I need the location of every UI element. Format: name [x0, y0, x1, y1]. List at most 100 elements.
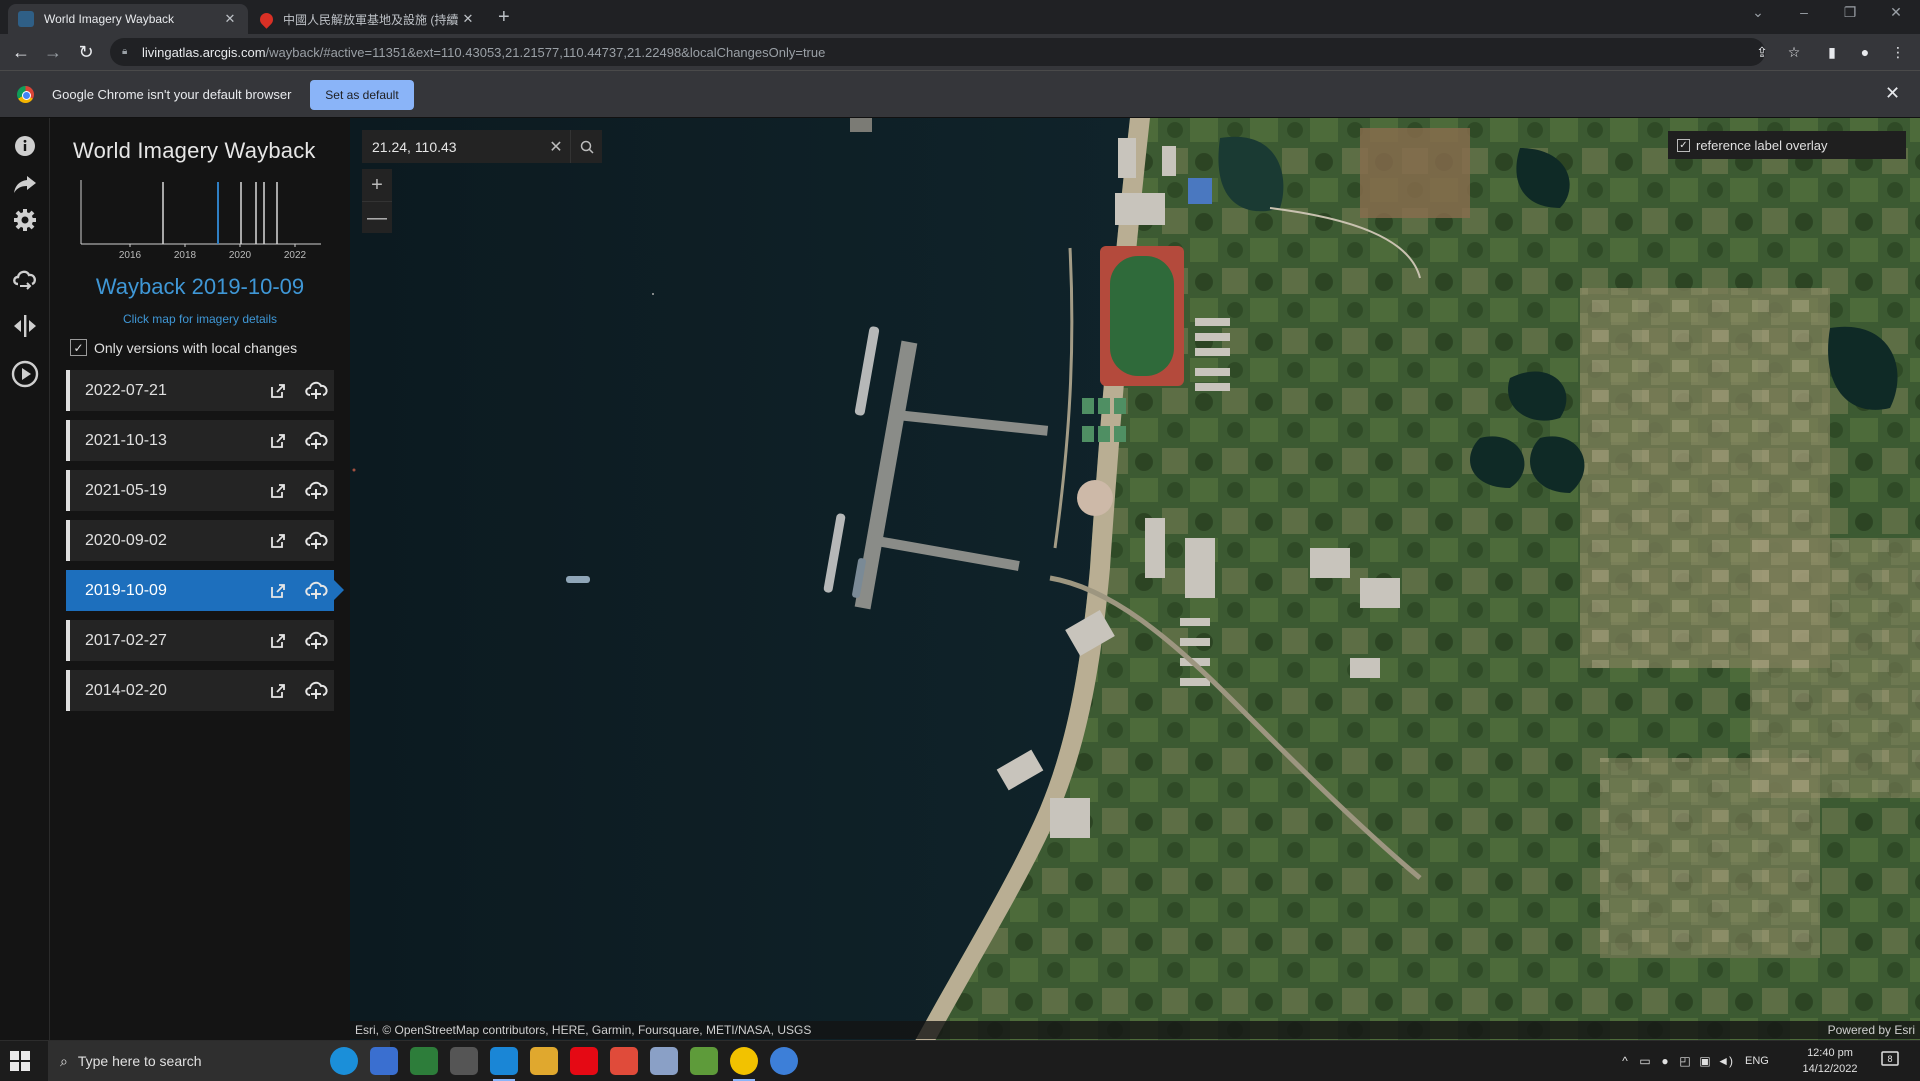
release-item[interactable]: 2019-10-09 [66, 570, 344, 611]
map-pin-favicon-icon [257, 9, 276, 29]
release-item[interactable]: 2021-10-13 [66, 420, 334, 461]
settings-icon[interactable] [11, 206, 39, 234]
clock-date: 14/12/2022 [1802, 1063, 1858, 1075]
clear-search-icon[interactable]: ✕ [542, 137, 570, 157]
new-tab-button[interactable]: + [498, 6, 510, 29]
tab-search-chevron-icon[interactable]: ⌄ [1735, 4, 1781, 21]
minimize-window-icon[interactable]: – [1781, 4, 1827, 20]
back-arrow-icon[interactable]: ← [10, 41, 32, 63]
store-icon[interactable] [370, 1047, 398, 1075]
notification-count: 8 [1887, 1054, 1892, 1064]
share-page-icon[interactable]: ⇪ [1752, 42, 1772, 62]
battery-icon[interactable]: ▭ [1635, 1054, 1655, 1068]
add-to-download-cloud-icon[interactable] [304, 579, 328, 601]
map-attribution: Esri, © OpenStreetMap contributors, HERE… [350, 1021, 1920, 1039]
search-button[interactable] [570, 130, 602, 163]
settings-app-icon[interactable] [650, 1047, 678, 1075]
menu-kebab-icon[interactable]: ⋮ [1888, 42, 1908, 62]
infobar-close-icon[interactable]: ✕ [1885, 83, 1900, 104]
windows-start-icon[interactable] [10, 1051, 30, 1071]
open-in-map-viewer-icon[interactable] [269, 382, 287, 400]
side-panel-icon[interactable]: ▮ [1822, 42, 1842, 62]
bookmark-star-icon[interactable]: ☆ [1784, 42, 1804, 62]
display-icon[interactable]: ▣ [1695, 1054, 1715, 1068]
add-to-download-cloud-icon[interactable] [304, 429, 328, 451]
info-icon[interactable] [11, 132, 39, 160]
add-to-download-cloud-icon[interactable] [304, 379, 328, 401]
clock-time: 12:40 pm [1807, 1047, 1853, 1059]
set-as-default-button[interactable]: Set as default [310, 80, 414, 110]
release-timeline[interactable]: 2016 2018 2020 2022 [77, 180, 327, 261]
map-view[interactable]: ✕ + — ✓ reference label overlay Esri, © … [350, 118, 1920, 1050]
lock-icon: 🔒︎ [122, 46, 128, 57]
chrome-icon[interactable] [730, 1047, 758, 1081]
earth-icon[interactable] [770, 1047, 798, 1075]
reference-label-toggle[interactable]: ✓ reference label overlay [1668, 131, 1906, 159]
zoom-in-button[interactable]: + [362, 169, 392, 201]
tab-pla-bases[interactable]: 中國人民解放軍基地及設施 (持續 ✕ [250, 4, 486, 34]
language-indicator[interactable]: ENG [1745, 1055, 1769, 1067]
notification-center-icon[interactable]: 8 [1880, 1050, 1900, 1070]
tab-close-icon[interactable]: ✕ [222, 11, 238, 27]
microphone-icon[interactable]: ● [1655, 1054, 1675, 1068]
checkbox-checked-icon[interactable]: ✓ [1677, 138, 1690, 152]
explorer-icon[interactable] [530, 1047, 558, 1075]
address-bar[interactable]: 🔒︎ livingatlas.arcgis.com/wayback/#activ… [110, 38, 1765, 66]
open-in-map-viewer-icon[interactable] [269, 582, 287, 600]
minecraft-icon[interactable] [690, 1047, 718, 1075]
infobar-message: Google Chrome isn't your default browser [52, 87, 292, 102]
add-to-download-cloud-icon[interactable] [304, 479, 328, 501]
zoom-out-button[interactable]: — [362, 201, 392, 233]
play-icon[interactable] [11, 360, 39, 388]
open-in-map-viewer-icon[interactable] [269, 482, 287, 500]
add-to-download-cloud-icon[interactable] [304, 679, 328, 701]
checkbox-checked-icon[interactable]: ✓ [70, 339, 87, 356]
open-in-map-viewer-icon[interactable] [269, 432, 287, 450]
profile-icon[interactable]: ● [1855, 42, 1875, 62]
side-panel: World Imagery Wayback 2016 2018 2020 202… [50, 118, 350, 1050]
local-changes-toggle[interactable]: ✓ Only versions with local changes [70, 339, 297, 356]
release-date: 2021-10-13 [85, 431, 167, 449]
volume-icon[interactable]: ◄) [1715, 1054, 1735, 1068]
netflix-icon[interactable] [570, 1047, 598, 1075]
share-icon[interactable] [11, 170, 39, 198]
release-date: 2021-05-19 [85, 481, 167, 499]
network-icon[interactable]: ◰ [1675, 1054, 1695, 1068]
default-browser-infobar: Google Chrome isn't your default browser… [0, 70, 1920, 118]
app-icon[interactable] [610, 1047, 638, 1075]
show-hidden-icons-icon[interactable]: ^ [1615, 1054, 1635, 1068]
release-item[interactable]: 2020-09-02 [66, 520, 334, 561]
click-map-hint: Click map for imagery details [122, 312, 278, 326]
chrome-logo-icon [17, 86, 34, 103]
swipe-compare-icon[interactable] [11, 312, 39, 340]
tab-world-imagery-wayback[interactable]: World Imagery Wayback ✕ [8, 4, 248, 34]
release-item[interactable]: 2017-02-27 [66, 620, 334, 661]
reload-icon[interactable]: ↻ [75, 41, 97, 63]
powered-by-esri[interactable]: Powered by Esri [1828, 1021, 1915, 1039]
reference-label-text: reference label overlay [1696, 137, 1828, 153]
tab-close-icon[interactable]: ✕ [460, 11, 476, 27]
open-in-map-viewer-icon[interactable] [269, 532, 287, 550]
add-to-download-cloud-icon[interactable] [304, 629, 328, 651]
terminal-icon[interactable] [410, 1047, 438, 1075]
forward-arrow-icon[interactable]: → [42, 41, 64, 63]
add-to-download-cloud-icon[interactable] [304, 529, 328, 551]
swipe-cloud-icon[interactable] [11, 265, 39, 293]
location-search: ✕ [362, 130, 602, 163]
system-clock[interactable]: 12:40 pm 14/12/2022 [1795, 1045, 1865, 1077]
edge-icon[interactable] [330, 1047, 358, 1075]
release-list: 2022-07-21 2021-10-13 2021-05-19 2020-09-02… [66, 370, 350, 720]
open-in-map-viewer-icon[interactable] [269, 682, 287, 700]
current-release-title: Wayback 2019-10-09 [95, 274, 305, 299]
release-item[interactable]: 2014-02-20 [66, 670, 334, 711]
app-title: World Imagery Wayback [73, 138, 316, 163]
search-input[interactable] [362, 130, 542, 163]
restore-window-icon[interactable]: ❐ [1827, 4, 1873, 21]
files-icon[interactable] [450, 1047, 478, 1075]
open-in-map-viewer-icon[interactable] [269, 632, 287, 650]
browser-tab-strip: World Imagery Wayback ✕ 中國人民解放軍基地及設施 (持續… [0, 0, 1920, 34]
release-item[interactable]: 2021-05-19 [66, 470, 334, 511]
skype-icon[interactable] [490, 1047, 518, 1081]
close-window-icon[interactable]: ✕ [1873, 4, 1919, 21]
release-item[interactable]: 2022-07-21 [66, 370, 334, 411]
